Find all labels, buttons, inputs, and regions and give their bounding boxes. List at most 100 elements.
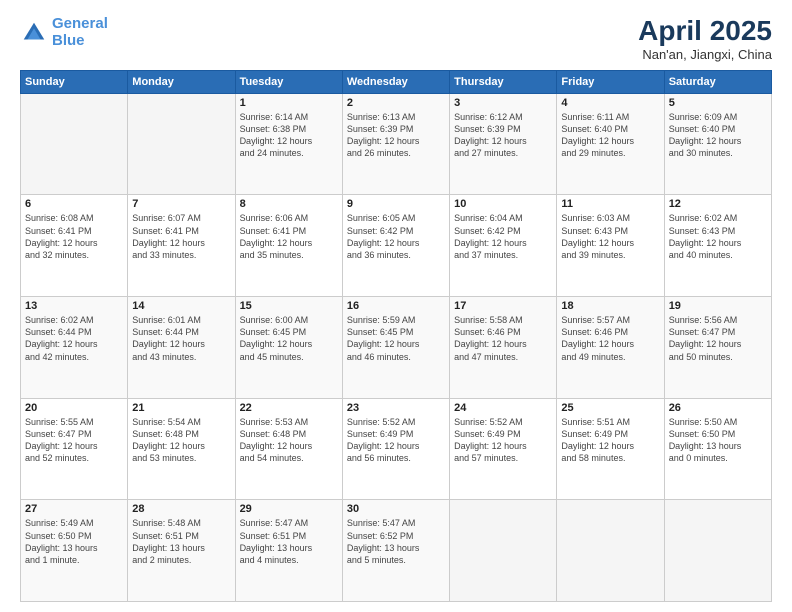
day-detail: Sunrise: 6:03 AM Sunset: 6:43 PM Dayligh… bbox=[561, 212, 659, 261]
day-detail: Sunrise: 5:54 AM Sunset: 6:48 PM Dayligh… bbox=[132, 416, 230, 465]
day-number: 13 bbox=[25, 300, 123, 312]
day-number: 29 bbox=[240, 503, 338, 515]
table-row: 7 Sunrise: 6:07 AM Sunset: 6:41 PM Daylig… bbox=[128, 195, 235, 297]
day-detail: Sunrise: 5:49 AM Sunset: 6:50 PM Dayligh… bbox=[25, 517, 123, 566]
table-row: 6 Sunrise: 6:08 AM Sunset: 6:41 PM Daylig… bbox=[21, 195, 128, 297]
table-row: 20 Sunrise: 5:55 AM Sunset: 6:47 PM Dayli… bbox=[21, 398, 128, 500]
calendar-week-row: 20 Sunrise: 5:55 AM Sunset: 6:47 PM Dayli… bbox=[21, 398, 772, 500]
day-detail: Sunrise: 5:59 AM Sunset: 6:45 PM Dayligh… bbox=[347, 314, 445, 363]
table-row: 16 Sunrise: 5:59 AM Sunset: 6:45 PM Dayli… bbox=[342, 297, 449, 399]
day-detail: Sunrise: 6:00 AM Sunset: 6:45 PM Dayligh… bbox=[240, 314, 338, 363]
day-number: 8 bbox=[240, 198, 338, 210]
calendar-table: Sunday Monday Tuesday Wednesday Thursday… bbox=[20, 70, 772, 602]
col-saturday: Saturday bbox=[664, 70, 771, 93]
table-row: 15 Sunrise: 6:00 AM Sunset: 6:45 PM Dayli… bbox=[235, 297, 342, 399]
table-row: 19Sunrise: 5:56 AM Sunset: 6:47 PM Dayli… bbox=[664, 297, 771, 399]
table-row: 10 Sunrise: 6:04 AM Sunset: 6:42 PM Dayli… bbox=[450, 195, 557, 297]
table-row: 30 Sunrise: 5:47 AM Sunset: 6:52 PM Dayli… bbox=[342, 500, 449, 602]
day-number: 16 bbox=[347, 300, 445, 312]
day-number: 9 bbox=[347, 198, 445, 210]
day-detail: Sunrise: 6:12 AM Sunset: 6:39 PM Dayligh… bbox=[454, 111, 552, 160]
day-number: 3 bbox=[454, 97, 552, 109]
table-row: 29 Sunrise: 5:47 AM Sunset: 6:51 PM Dayli… bbox=[235, 500, 342, 602]
calendar-week-row: 13 Sunrise: 6:02 AM Sunset: 6:44 PM Dayli… bbox=[21, 297, 772, 399]
col-thursday: Thursday bbox=[450, 70, 557, 93]
day-detail: Sunrise: 6:09 AM Sunset: 6:40 PM Dayligh… bbox=[669, 111, 767, 160]
day-number: 7 bbox=[132, 198, 230, 210]
table-row: 26 Sunrise: 5:50 AM Sunset: 6:50 PM Dayli… bbox=[664, 398, 771, 500]
logo-text: General Blue bbox=[52, 16, 108, 49]
logo: General Blue bbox=[20, 16, 108, 49]
table-row: 22Sunrise: 5:53 AM Sunset: 6:48 PM Dayli… bbox=[235, 398, 342, 500]
day-number: 26 bbox=[669, 402, 767, 414]
day-detail: Sunrise: 6:06 AM Sunset: 6:41 PM Dayligh… bbox=[240, 212, 338, 261]
day-detail: Sunrise: 5:56 AM Sunset: 6:47 PM Dayligh… bbox=[669, 314, 767, 363]
table-row: 4 Sunrise: 6:11 AM Sunset: 6:40 PM Daylig… bbox=[557, 93, 664, 195]
table-row bbox=[557, 500, 664, 602]
table-row: 12 Sunrise: 6:02 AM Sunset: 6:43 PM Dayli… bbox=[664, 195, 771, 297]
day-number: 18 bbox=[561, 300, 659, 312]
day-detail: Sunrise: 5:47 AM Sunset: 6:52 PM Dayligh… bbox=[347, 517, 445, 566]
col-sunday: Sunday bbox=[21, 70, 128, 93]
day-number: 24 bbox=[454, 402, 552, 414]
col-tuesday: Tuesday bbox=[235, 70, 342, 93]
table-row: 11Sunrise: 6:03 AM Sunset: 6:43 PM Dayli… bbox=[557, 195, 664, 297]
day-number: 23 bbox=[347, 402, 445, 414]
logo-line2: Blue bbox=[52, 32, 85, 49]
day-number: 5 bbox=[669, 97, 767, 109]
day-detail: Sunrise: 6:13 AM Sunset: 6:39 PM Dayligh… bbox=[347, 111, 445, 160]
logo-icon bbox=[20, 19, 48, 47]
day-number: 22 bbox=[240, 402, 338, 414]
day-detail: Sunrise: 5:47 AM Sunset: 6:51 PM Dayligh… bbox=[240, 517, 338, 566]
day-number: 10 bbox=[454, 198, 552, 210]
table-row: 14Sunrise: 6:01 AM Sunset: 6:44 PM Dayli… bbox=[128, 297, 235, 399]
table-row bbox=[21, 93, 128, 195]
day-detail: Sunrise: 5:50 AM Sunset: 6:50 PM Dayligh… bbox=[669, 416, 767, 465]
day-number: 4 bbox=[561, 97, 659, 109]
table-row bbox=[450, 500, 557, 602]
main-title: April 2025 bbox=[638, 16, 772, 47]
day-number: 6 bbox=[25, 198, 123, 210]
table-row: 28Sunrise: 5:48 AM Sunset: 6:51 PM Dayli… bbox=[128, 500, 235, 602]
table-row bbox=[664, 500, 771, 602]
day-number: 1 bbox=[240, 97, 338, 109]
day-detail: Sunrise: 5:57 AM Sunset: 6:46 PM Dayligh… bbox=[561, 314, 659, 363]
table-row: 21 Sunrise: 5:54 AM Sunset: 6:48 PM Dayli… bbox=[128, 398, 235, 500]
calendar-week-row: 1 Sunrise: 6:14 AM Sunset: 6:38 PM Daylig… bbox=[21, 93, 772, 195]
day-detail: Sunrise: 6:02 AM Sunset: 6:43 PM Dayligh… bbox=[669, 212, 767, 261]
logo-line1: General bbox=[52, 15, 108, 32]
day-detail: Sunrise: 5:48 AM Sunset: 6:51 PM Dayligh… bbox=[132, 517, 230, 566]
day-number: 14 bbox=[132, 300, 230, 312]
table-row: 8 Sunrise: 6:06 AM Sunset: 6:41 PM Daylig… bbox=[235, 195, 342, 297]
day-number: 30 bbox=[347, 503, 445, 515]
page: General Blue April 2025 Nan'an, Jiangxi,… bbox=[0, 0, 792, 612]
day-detail: Sunrise: 6:02 AM Sunset: 6:44 PM Dayligh… bbox=[25, 314, 123, 363]
table-row: 13 Sunrise: 6:02 AM Sunset: 6:44 PM Dayli… bbox=[21, 297, 128, 399]
day-detail: Sunrise: 5:51 AM Sunset: 6:49 PM Dayligh… bbox=[561, 416, 659, 465]
table-row: 18 Sunrise: 5:57 AM Sunset: 6:46 PM Dayli… bbox=[557, 297, 664, 399]
table-row: 24Sunrise: 5:52 AM Sunset: 6:49 PM Dayli… bbox=[450, 398, 557, 500]
day-number: 15 bbox=[240, 300, 338, 312]
col-monday: Monday bbox=[128, 70, 235, 93]
day-detail: Sunrise: 6:14 AM Sunset: 6:38 PM Dayligh… bbox=[240, 111, 338, 160]
calendar-header-row: Sunday Monday Tuesday Wednesday Thursday… bbox=[21, 70, 772, 93]
header: General Blue April 2025 Nan'an, Jiangxi,… bbox=[20, 16, 772, 62]
subtitle: Nan'an, Jiangxi, China bbox=[638, 47, 772, 62]
day-number: 2 bbox=[347, 97, 445, 109]
day-number: 20 bbox=[25, 402, 123, 414]
table-row: 17Sunrise: 5:58 AM Sunset: 6:46 PM Dayli… bbox=[450, 297, 557, 399]
table-row: 25 Sunrise: 5:51 AM Sunset: 6:49 PM Dayli… bbox=[557, 398, 664, 500]
day-detail: Sunrise: 5:55 AM Sunset: 6:47 PM Dayligh… bbox=[25, 416, 123, 465]
day-detail: Sunrise: 6:11 AM Sunset: 6:40 PM Dayligh… bbox=[561, 111, 659, 160]
day-number: 25 bbox=[561, 402, 659, 414]
day-number: 12 bbox=[669, 198, 767, 210]
day-detail: Sunrise: 6:07 AM Sunset: 6:41 PM Dayligh… bbox=[132, 212, 230, 261]
calendar-week-row: 6 Sunrise: 6:08 AM Sunset: 6:41 PM Daylig… bbox=[21, 195, 772, 297]
day-number: 21 bbox=[132, 402, 230, 414]
day-detail: Sunrise: 6:04 AM Sunset: 6:42 PM Dayligh… bbox=[454, 212, 552, 261]
day-number: 17 bbox=[454, 300, 552, 312]
table-row: 9 Sunrise: 6:05 AM Sunset: 6:42 PM Daylig… bbox=[342, 195, 449, 297]
title-block: April 2025 Nan'an, Jiangxi, China bbox=[638, 16, 772, 62]
day-detail: Sunrise: 6:08 AM Sunset: 6:41 PM Dayligh… bbox=[25, 212, 123, 261]
day-detail: Sunrise: 6:05 AM Sunset: 6:42 PM Dayligh… bbox=[347, 212, 445, 261]
